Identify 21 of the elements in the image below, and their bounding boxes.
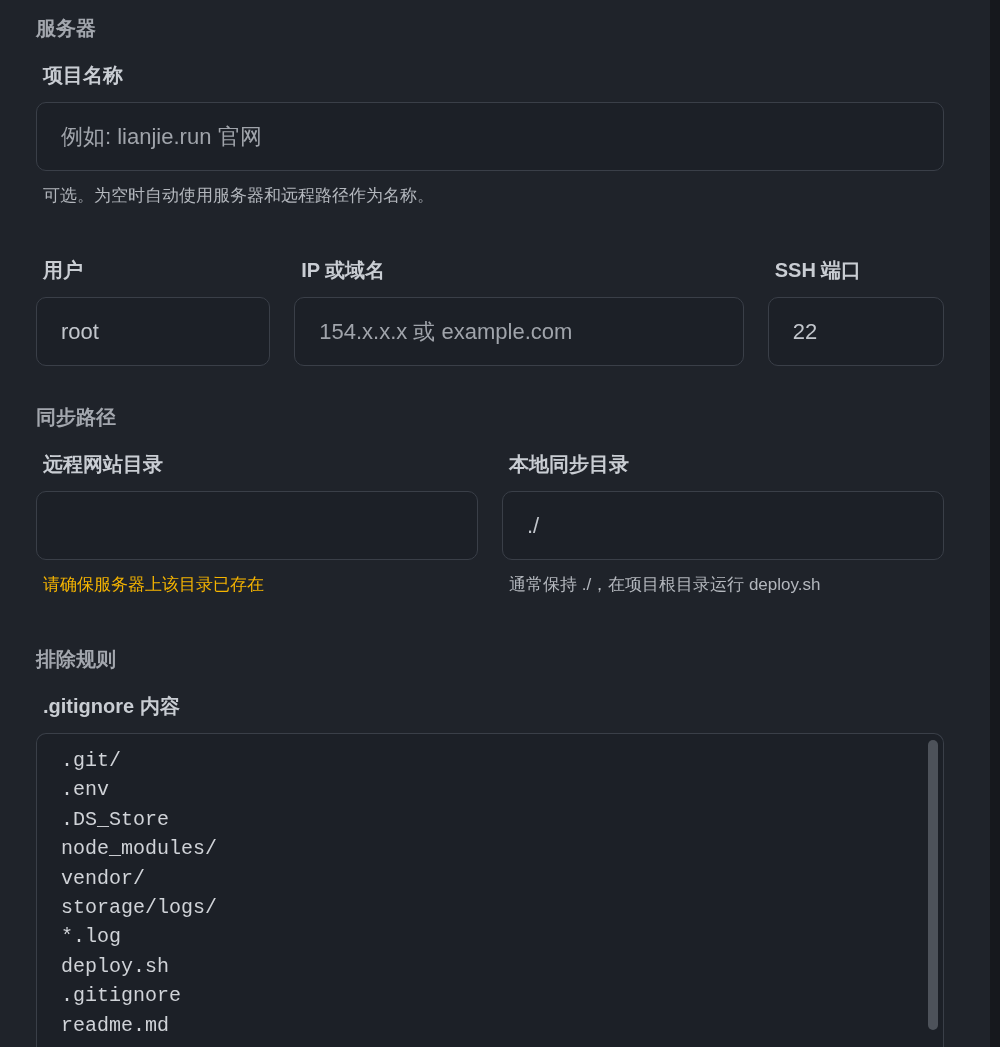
- hint-text: 请确保服务器上该目录已存在: [42, 574, 265, 596]
- field-label: SSH 端口: [773, 258, 863, 283]
- text-input[interactable]: [36, 491, 478, 560]
- text-input[interactable]: root: [36, 297, 271, 366]
- hint-text: 通常保持 ./，在项目根目录运行 deploy.sh: [508, 574, 822, 596]
- section-title: 排除规则: [36, 647, 116, 672]
- section-title: 服务器: [36, 16, 96, 41]
- field-label: 本地同步目录: [508, 452, 630, 477]
- text-input[interactable]: 22: [767, 297, 944, 366]
- hint-text: 可选。为空时自动使用服务器和远程路径作为名称。: [42, 185, 435, 207]
- text-input[interactable]: 例如: lianjie.run 官网: [36, 102, 944, 171]
- field-label: 项目名称: [41, 63, 124, 88]
- text-input[interactable]: ./: [502, 491, 944, 560]
- field-label: 远程网站目录: [42, 452, 164, 477]
- field-label: .gitignore 内容: [42, 694, 181, 719]
- text-input[interactable]: 154.x.x.x 或 example.com: [294, 297, 744, 366]
- field-label: IP 或域名: [300, 258, 387, 283]
- scrollbar-thumb[interactable]: [928, 740, 938, 1030]
- textarea-field[interactable]: .git/ .env .DS_Store node_modules/ vendor/ storage/logs/ *.log deploy.sh .gitignore readme.md: [36, 733, 944, 1047]
- field-label: 用户: [42, 258, 84, 283]
- section-title: 同步路径: [36, 405, 116, 430]
